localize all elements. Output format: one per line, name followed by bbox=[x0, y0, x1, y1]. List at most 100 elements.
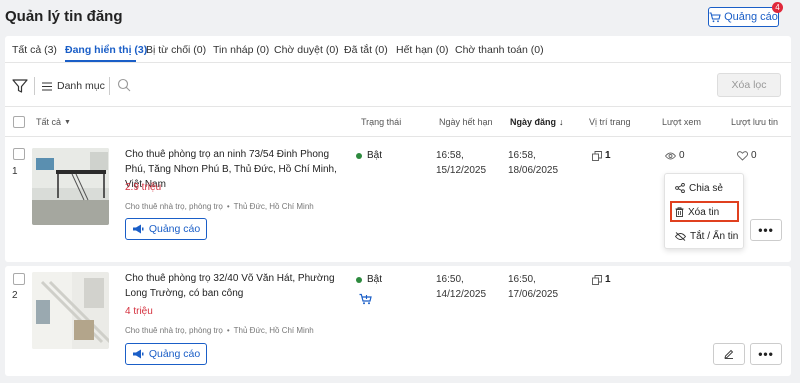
search-separator bbox=[109, 77, 110, 95]
edit-button[interactable] bbox=[713, 343, 745, 365]
tab-rejected[interactable]: Bị từ chối (0) bbox=[146, 44, 206, 56]
column-all-label: Tất cả bbox=[36, 117, 62, 127]
expiry-time: 16:58, bbox=[436, 150, 464, 161]
pages-icon bbox=[592, 274, 602, 285]
megaphone-icon bbox=[132, 224, 144, 234]
posted-cell: 16:50, 17/06/2025 bbox=[508, 272, 558, 302]
saves-value: 0 bbox=[751, 150, 757, 161]
share-icon bbox=[675, 183, 685, 193]
cart-add-icon[interactable] bbox=[359, 293, 372, 305]
clear-filter-button[interactable]: Xóa lọc bbox=[717, 73, 781, 97]
promote-button[interactable]: Quảng cáo bbox=[125, 218, 207, 240]
tab-pending[interactable]: Chờ duyệt (0) bbox=[274, 44, 339, 56]
status-dot-icon bbox=[356, 152, 362, 159]
filter-icon[interactable] bbox=[12, 78, 28, 94]
eye-icon bbox=[665, 152, 676, 159]
tab-awaiting-payment[interactable]: Chờ thanh toán (0) bbox=[455, 44, 544, 56]
menu-item-toggle-visibility[interactable]: Tắt / Ẩn tin bbox=[665, 225, 745, 247]
header-ad-label: Quảng cáo bbox=[724, 11, 778, 23]
status-cell: Bật bbox=[356, 150, 382, 161]
category-filter-label: Danh mục bbox=[57, 80, 105, 92]
status-label: Bật bbox=[367, 150, 383, 161]
notification-badge: 4 bbox=[772, 2, 783, 13]
column-posted[interactable]: Ngày đăng ↓ bbox=[510, 117, 564, 127]
listing-thumbnail[interactable] bbox=[32, 272, 109, 349]
column-posted-label: Ngày đăng bbox=[510, 117, 557, 127]
position-value: 1 bbox=[605, 150, 611, 161]
column-saves: Lượt lưu tin bbox=[731, 117, 778, 127]
more-options-button[interactable]: ••• bbox=[750, 219, 782, 241]
views-value: 0 bbox=[679, 150, 685, 161]
posted-time: 16:50, bbox=[508, 274, 536, 285]
row-index: 2 bbox=[12, 290, 18, 301]
listing-card-2: 2 Cho thuê phòng trọ 32/40 Võ Văn Hát, P… bbox=[5, 266, 791, 376]
column-expiry: Ngày hết hạn bbox=[439, 117, 493, 127]
status-dot-icon bbox=[356, 276, 362, 283]
menu-toggle-label: Tắt / Ẩn tin bbox=[690, 230, 739, 242]
sort-arrow-icon: ↓ bbox=[559, 117, 564, 127]
tab-all[interactable]: Tất cả (3) bbox=[12, 44, 57, 56]
row-index: 1 bbox=[12, 166, 18, 177]
listing-location: Thủ Đức, Hồ Chí Minh bbox=[233, 202, 314, 211]
pencil-icon bbox=[724, 349, 734, 359]
menu-icon bbox=[42, 81, 52, 91]
caret-down-icon: ▼ bbox=[64, 118, 71, 126]
table-header: Tất cả ▼ Trạng thái Ngày hết hạn Ngày đă… bbox=[5, 106, 791, 136]
position-cell: 1 bbox=[592, 150, 611, 161]
promote-button[interactable]: Quảng cáo bbox=[125, 343, 207, 365]
category-filter[interactable]: Danh mục bbox=[42, 80, 105, 92]
delete-highlight-box bbox=[670, 201, 739, 222]
listing-thumbnail[interactable] bbox=[32, 148, 109, 225]
promote-label: Quảng cáo bbox=[148, 223, 201, 235]
tab-drafts[interactable]: Tin nháp (0) bbox=[213, 44, 269, 56]
posted-date: 17/06/2025 bbox=[508, 289, 559, 300]
listing-title[interactable]: Cho thuê phòng trọ 32/40 Võ Văn Hát, Phư… bbox=[125, 271, 340, 301]
eye-off-icon bbox=[675, 231, 686, 241]
views-cell: 0 bbox=[665, 150, 685, 161]
cart-icon bbox=[709, 11, 721, 22]
header-divider bbox=[5, 136, 791, 137]
column-views: Lượt xem bbox=[662, 117, 701, 127]
menu-item-share[interactable]: Chia sẻ bbox=[665, 177, 745, 199]
saves-cell: 0 bbox=[737, 150, 757, 161]
tab-expired[interactable]: Hết hạn (0) bbox=[396, 44, 449, 56]
position-value: 1 bbox=[605, 274, 611, 285]
listing-price: 2.9 triệu bbox=[125, 182, 162, 193]
tabs-divider bbox=[5, 62, 791, 63]
expiry-cell: 16:58, 15/12/2025 bbox=[436, 148, 486, 178]
search-icon[interactable] bbox=[117, 78, 131, 92]
status-cell: Bật bbox=[356, 274, 382, 285]
column-status: Trạng thái bbox=[361, 117, 402, 127]
more-options-button[interactable]: ••• bbox=[750, 343, 782, 365]
page-title: Quản lý tin đăng bbox=[5, 8, 123, 25]
megaphone-icon bbox=[132, 349, 144, 359]
listing-location: Thủ Đức, Hồ Chí Minh bbox=[233, 326, 314, 335]
listing-category: Cho thuê nhà trọ, phòng trọ bbox=[125, 202, 223, 211]
row-checkbox[interactable] bbox=[13, 148, 25, 160]
expiry-date: 14/12/2025 bbox=[436, 289, 487, 300]
bullet-separator: • bbox=[226, 202, 230, 211]
menu-share-label: Chia sẻ bbox=[689, 182, 723, 194]
position-cell: 1 bbox=[592, 274, 611, 285]
select-all-checkbox[interactable] bbox=[13, 116, 25, 128]
listing-price: 4 triệu bbox=[125, 306, 153, 317]
expiry-time: 16:50, bbox=[436, 274, 464, 285]
expiry-cell: 16:50, 14/12/2025 bbox=[436, 272, 486, 302]
bullet-separator: • bbox=[226, 326, 230, 335]
pages-icon bbox=[592, 150, 602, 161]
header-ad-button[interactable]: Quảng cáo bbox=[708, 7, 779, 27]
heart-icon bbox=[737, 150, 748, 161]
row-checkbox[interactable] bbox=[13, 273, 25, 285]
listing-meta: Cho thuê nhà trọ, phòng trọ • Thủ Đức, H… bbox=[125, 326, 314, 335]
posted-time: 16:58, bbox=[508, 150, 536, 161]
listing-meta: Cho thuê nhà trọ, phòng trọ • Thủ Đức, H… bbox=[125, 202, 314, 211]
column-all[interactable]: Tất cả ▼ bbox=[36, 117, 71, 127]
posted-cell: 16:58, 18/06/2025 bbox=[508, 148, 558, 178]
promote-label: Quảng cáo bbox=[148, 348, 201, 360]
page-header: Quản lý tin đăng Quảng cáo 4 bbox=[0, 0, 800, 36]
listing-category: Cho thuê nhà trọ, phòng trọ bbox=[125, 326, 223, 335]
column-position: Vị trí trang bbox=[589, 117, 631, 127]
posted-date: 18/06/2025 bbox=[508, 165, 559, 176]
tab-disabled[interactable]: Đã tắt (0) bbox=[344, 44, 388, 56]
tab-showing[interactable]: Đang hiển thị (3) bbox=[65, 44, 147, 56]
